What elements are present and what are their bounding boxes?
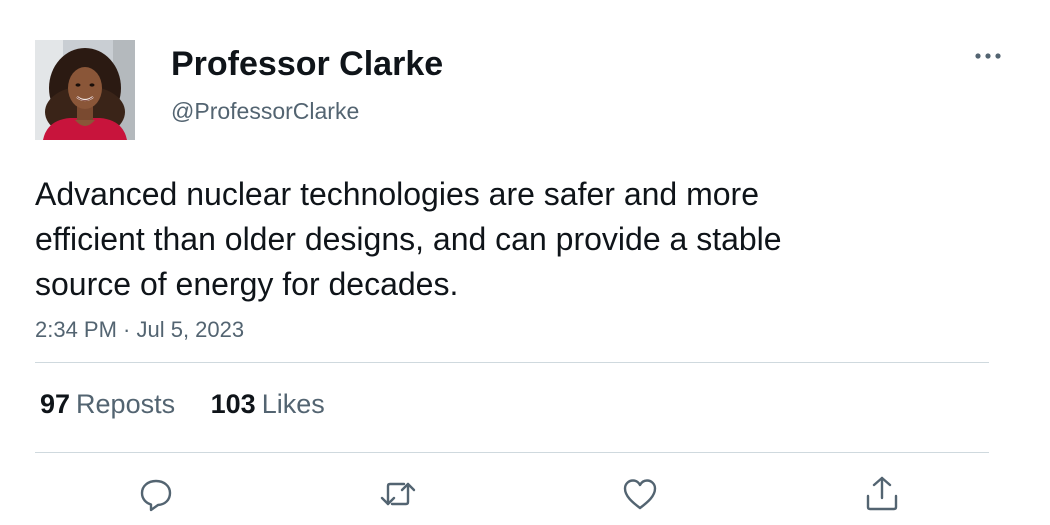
likes-count: 103 bbox=[210, 389, 256, 419]
engagement-stats: 97 Reposts 103 Likes bbox=[40, 388, 353, 420]
tweet-card: Professor Clarke @ProfessorClarke Advanc… bbox=[0, 0, 1050, 525]
repost-icon bbox=[380, 482, 416, 506]
reposts-label: Reposts bbox=[76, 389, 176, 419]
likes-label: Likes bbox=[261, 389, 325, 419]
likes-stat[interactable]: 103 Likes bbox=[211, 388, 325, 420]
avatar[interactable] bbox=[35, 40, 135, 140]
share-icon bbox=[866, 476, 898, 511]
like-icon bbox=[623, 479, 657, 510]
share-button[interactable] bbox=[862, 474, 902, 514]
reply-icon bbox=[140, 479, 172, 512]
divider bbox=[35, 452, 989, 453]
tweet-timestamp[interactable]: 2:34 PM · Jul 5, 2023 bbox=[35, 316, 244, 344]
reposts-count: 97 bbox=[40, 389, 71, 419]
tweet-text: Advanced nuclear technologies are safer … bbox=[35, 176, 782, 302]
display-name[interactable]: Professor Clarke bbox=[171, 44, 443, 84]
more-dots-icon bbox=[975, 53, 1001, 59]
divider bbox=[35, 362, 989, 363]
user-handle[interactable]: @ProfessorClarke bbox=[171, 97, 359, 125]
more-options-button[interactable] bbox=[970, 44, 1006, 68]
repost-button[interactable] bbox=[378, 474, 418, 514]
reposts-stat[interactable]: 97 Reposts bbox=[40, 388, 175, 420]
profile-photo-icon bbox=[35, 40, 135, 140]
like-button[interactable] bbox=[620, 474, 660, 514]
reply-button[interactable] bbox=[136, 474, 176, 514]
